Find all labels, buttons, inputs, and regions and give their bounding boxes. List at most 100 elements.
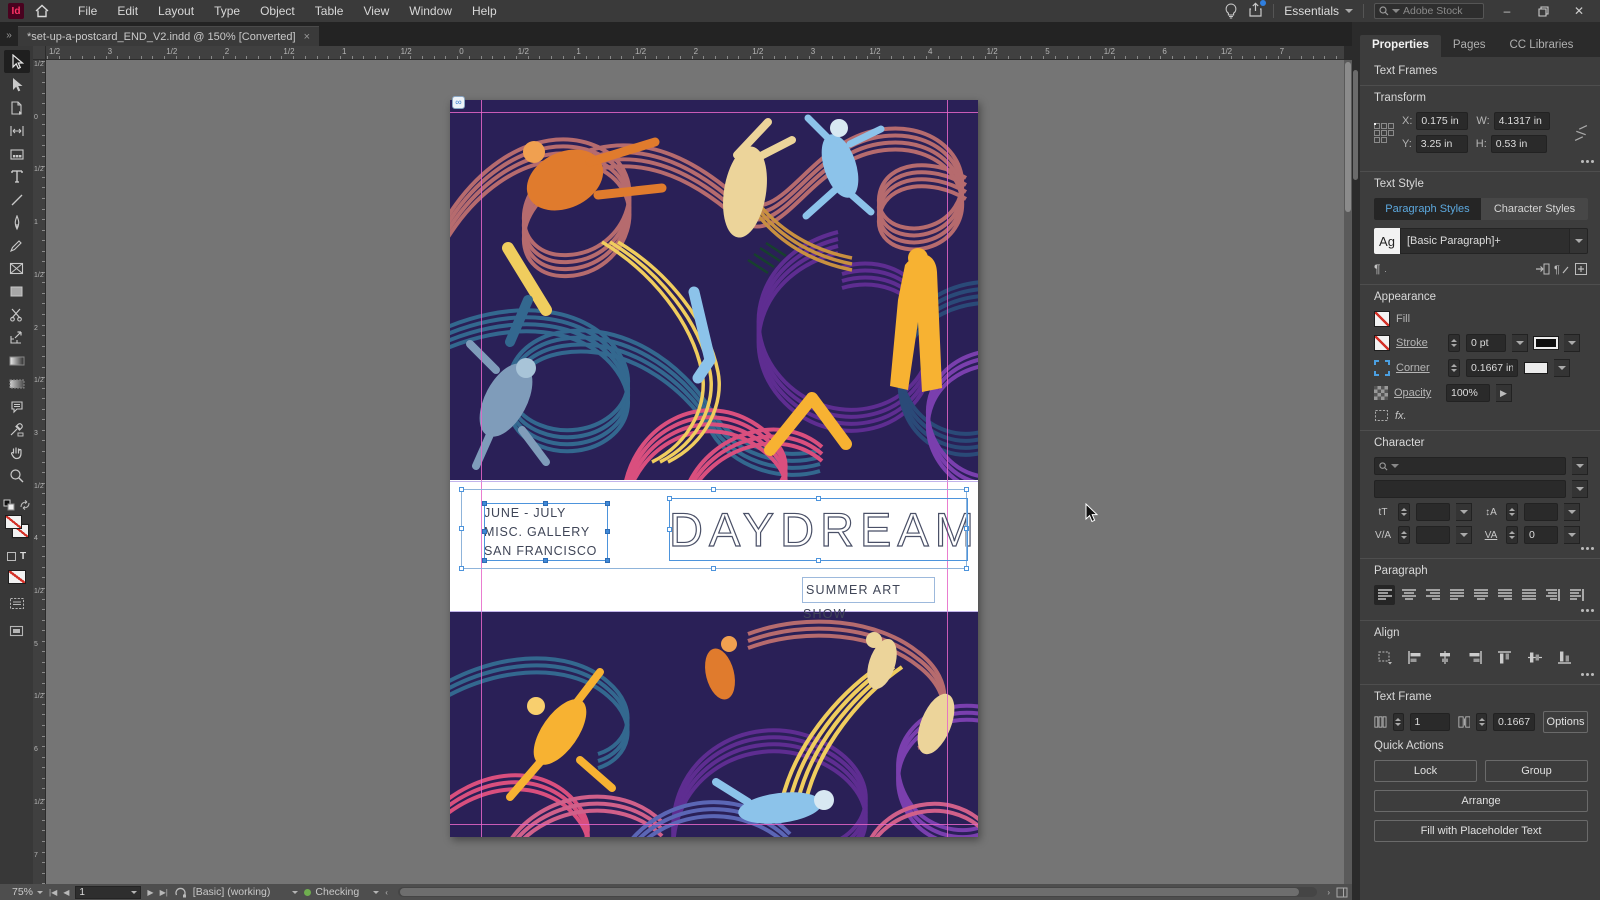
vertical-scrollbar-thumb[interactable] [1345,62,1351,212]
tool-gradient[interactable] [4,349,30,372]
horizontal-ruler[interactable]: 1/2 3 1/2 2 1/2 1 1/2 0 1/2 1 1/2 2 1/2 3 1/2 4 1/2 5 1/2 6… [46,46,1344,60]
leading-stepper[interactable] [1506,503,1518,521]
corner-shape-swatch[interactable] [1524,362,1548,374]
close-tab-icon[interactable]: × [304,31,310,43]
opacity-input[interactable] [1446,384,1490,402]
fill-swatch[interactable] [4,515,22,529]
h-input[interactable] [1490,135,1547,153]
group-button[interactable]: Group [1485,760,1588,782]
tool-pencil[interactable] [4,234,30,257]
tool-zoom[interactable] [4,464,30,487]
w-input[interactable] [1493,112,1550,130]
close-window-button[interactable]: ✕ [1566,0,1592,22]
stroke-link[interactable]: Stroke [1396,337,1442,349]
style-dropdown-chevron[interactable] [1570,228,1588,254]
constrain-proportions-icon[interactable] [1574,120,1588,146]
title-frame-selection[interactable] [667,496,968,563]
font-style-dropdown[interactable] [1572,480,1588,498]
default-fill-stroke-icon[interactable] [3,499,15,511]
panel-scrollbar-thumb[interactable] [1353,70,1358,180]
tool-type[interactable] [4,165,30,188]
fill-color-swatch[interactable] [1374,311,1390,327]
font-size-dropdown[interactable] [1456,503,1472,521]
search-input[interactable] [1403,5,1479,17]
fx-label[interactable]: fx. [1395,410,1407,422]
paragraph-more-options[interactable] [1581,609,1584,612]
first-page-button[interactable]: |◀ [49,888,57,897]
corner-stepper[interactable] [1448,359,1460,377]
preflight-icon[interactable] [174,886,187,898]
character-more-options[interactable] [1581,547,1584,550]
tool-content-collector[interactable] [4,142,30,165]
stroke-style-swatch[interactable] [1533,336,1559,350]
paragraph-mark-icon[interactable]: ¶ [1374,262,1380,276]
share-button[interactable] [1248,0,1267,21]
menu-table[interactable]: Table [305,1,354,21]
swap-fill-stroke-icon[interactable] [19,500,31,510]
page-number-input[interactable] [79,886,132,898]
preflight-profile-dropdown[interactable]: [Basic] (working) [193,886,299,898]
corner-input[interactable] [1466,359,1518,377]
justify-all-button[interactable] [1519,585,1540,605]
align-right-edges[interactable] [1464,647,1486,667]
tool-scissors[interactable] [4,303,30,326]
font-size-stepper[interactable] [1398,503,1410,521]
home-icon[interactable] [34,3,50,19]
document-tab[interactable]: *set-up-a-postcard_END_V2.indd @ 150% [C… [18,26,320,46]
justify-right-button[interactable] [1495,585,1516,605]
arrange-button[interactable]: Arrange [1374,790,1588,812]
stroke-color-swatch[interactable] [1374,335,1390,351]
leading-dropdown[interactable] [1564,503,1580,521]
stroke-weight-stepper[interactable] [1448,334,1460,352]
fill-stroke-proxy[interactable] [4,515,30,545]
create-style-icon[interactable] [1574,262,1588,276]
reference-point-grid[interactable] [1374,122,1394,143]
horizontal-scrollbar-thumb[interactable] [399,888,1300,896]
ruler-origin-corner[interactable] [33,46,46,60]
details-frame-selection[interactable] [482,501,610,563]
view-options-icon[interactable] [4,592,30,615]
tool-line[interactable] [4,188,30,211]
gutter-stepper[interactable] [1476,713,1487,731]
page-number-box[interactable] [75,885,142,899]
tool-pen[interactable] [4,211,30,234]
preflight-status[interactable]: Checking [304,886,380,898]
tab-pages[interactable]: Pages [1441,35,1498,57]
tracking-dropdown[interactable] [1564,526,1580,544]
stroke-weight-dropdown[interactable] [1512,334,1528,352]
tool-gradient-feather[interactable] [4,372,30,395]
font-family-dropdown[interactable] [1572,457,1588,475]
font-size-input[interactable] [1416,503,1450,521]
last-page-button[interactable]: ▶| [160,888,168,897]
align-center-button[interactable] [1398,585,1419,605]
formatting-affects-container-icon[interactable] [6,552,16,561]
horizontal-scrollbar[interactable] [397,887,1318,897]
justify-left-button[interactable] [1446,585,1467,605]
learn-lightbulb-icon[interactable] [1224,3,1238,19]
gutter-input[interactable] [1493,713,1535,731]
menu-layout[interactable]: Layout [148,1,204,21]
y-input[interactable] [1415,135,1468,153]
menu-type[interactable]: Type [204,1,250,21]
align-bottom-edges[interactable] [1554,647,1576,667]
panel-overflow-icon[interactable]: » [0,30,18,41]
zoom-level-dropdown[interactable]: 75% [12,886,44,898]
menu-help[interactable]: Help [462,1,507,21]
kerning-input[interactable] [1416,526,1450,544]
tool-direct-selection[interactable] [4,73,30,96]
text-frame-options-button[interactable]: Options [1543,711,1588,733]
previous-page-button[interactable]: ◀ [63,888,69,897]
kerning-stepper[interactable] [1398,526,1410,544]
vertical-scrollbar[interactable] [1344,60,1352,884]
stroke-weight-input[interactable] [1466,334,1506,352]
stock-search-box[interactable] [1374,3,1484,19]
font-style-input[interactable] [1374,480,1566,498]
align-to-dropdown[interactable] [1374,647,1396,667]
align-horizontal-centers[interactable] [1434,647,1456,667]
restore-button[interactable] [1530,0,1556,22]
corner-options-icon[interactable] [1374,360,1390,376]
scroll-left-arrow[interactable]: ‹ [385,888,388,897]
tab-paragraph-styles[interactable]: Paragraph Styles [1374,198,1481,220]
tool-selection[interactable] [3,50,30,73]
redefine-style-icon[interactable] [1534,262,1550,276]
